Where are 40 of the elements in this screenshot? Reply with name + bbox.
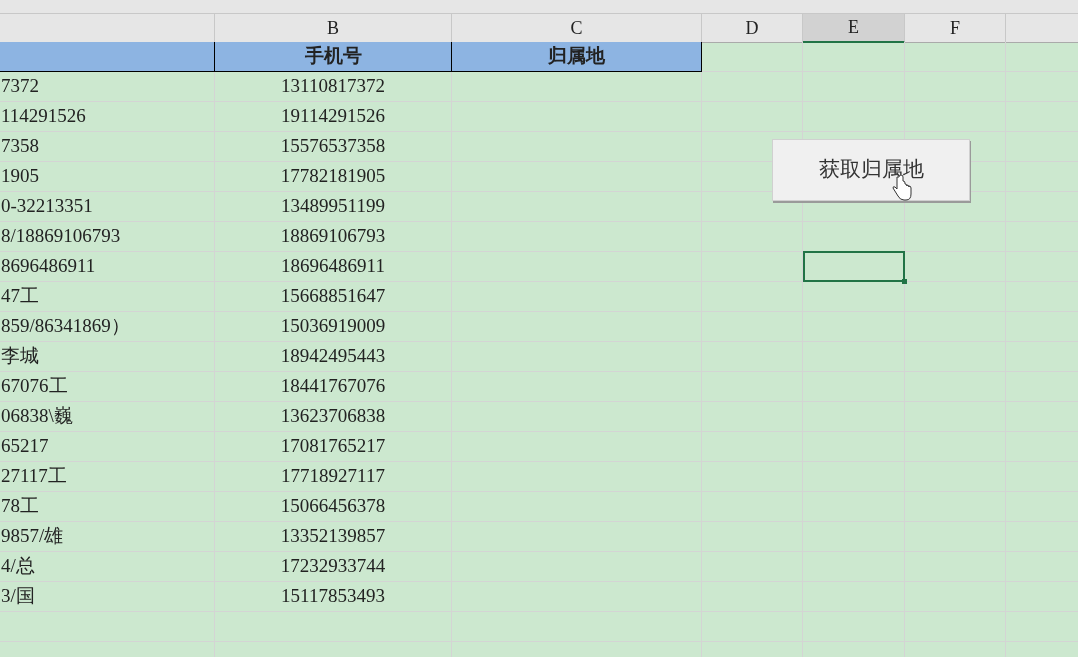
table-cell: 17718927117 — [215, 462, 452, 492]
table-cell: 15117853493 — [215, 582, 452, 612]
column-header[interactable]: F — [905, 14, 1006, 43]
table-cell: 18869106793 — [215, 222, 452, 252]
table-cell: 78工 — [0, 492, 215, 522]
table-cell: 65217 — [0, 432, 215, 462]
table-cell: 8696486911 — [0, 252, 215, 282]
table-cell: 3/国 — [0, 582, 215, 612]
table-cell: 18696486911 — [215, 252, 452, 282]
table-cell: 15668851647 — [215, 282, 452, 312]
table-cell: 114291526 — [0, 102, 215, 132]
table-cell: 17081765217 — [215, 432, 452, 462]
table-cell: 15036919009 — [215, 312, 452, 342]
table-cell: 7358 — [0, 132, 215, 162]
table-cell: 06838\巍 — [0, 402, 215, 432]
table-cell: 13110817372 — [215, 72, 452, 102]
table-cell: 18942495443 — [215, 342, 452, 372]
table-cell: 67076工 — [0, 372, 215, 402]
table-cell: 15066456378 — [215, 492, 452, 522]
table-cell: 13623706838 — [215, 402, 452, 432]
table-cell: 13489951199 — [215, 192, 452, 222]
table-cell: 47工 — [0, 282, 215, 312]
table-cell: 李城 — [0, 342, 215, 372]
table-cell: 4/总 — [0, 552, 215, 582]
table-header-cell: 手机号 — [215, 42, 452, 72]
table-cell: 0-32213351 — [0, 192, 215, 222]
table-cell: 9857/雄 — [0, 522, 215, 552]
table-cell: 1905 — [0, 162, 215, 192]
table-cell: 859/86341869） — [0, 312, 215, 342]
table-cell: 19114291526 — [215, 102, 452, 132]
table-cell: 17782181905 — [215, 162, 452, 192]
column-header[interactable]: E — [803, 14, 905, 43]
table-header-cell: 归属地 — [452, 42, 702, 72]
table-cell: 27117工 — [0, 462, 215, 492]
table-cell: 13352139857 — [215, 522, 452, 552]
table-cell: 7372 — [0, 72, 215, 102]
table-cell: 17232933744 — [215, 552, 452, 582]
table-cell: 15576537358 — [215, 132, 452, 162]
table-cell: 8/18869106793 — [0, 222, 215, 252]
table-cell: 18441767076 — [215, 372, 452, 402]
